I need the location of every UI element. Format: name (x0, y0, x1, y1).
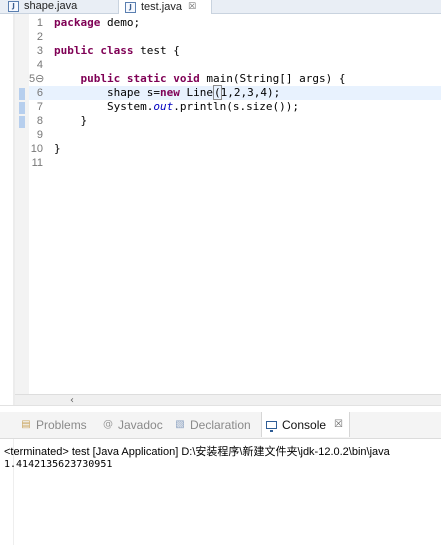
tab-console[interactable]: Console ☒ (261, 412, 350, 437)
close-icon[interactable]: ☒ (188, 1, 196, 14)
java-file-icon: J (125, 1, 136, 13)
code-line: 10} (30, 142, 61, 155)
code-line: 2 (36, 31, 43, 43)
declaration-icon: ▧ (175, 419, 185, 430)
code-line: 8 } (36, 114, 88, 127)
tab-label: Problems (36, 418, 87, 432)
tab-shape-java[interactable]: J shape.java (8, 0, 77, 13)
tab-label: Console (282, 417, 327, 432)
tab-declaration[interactable]: ▧ Declaration (174, 412, 251, 438)
code-line-current: 6 shape s=new Line(1,2,3,4); (29, 85, 441, 100)
occurrence-marker (19, 102, 25, 114)
vertical-ruler (15, 14, 29, 394)
tab-javadoc[interactable]: @ Javadoc (102, 412, 163, 438)
java-file-icon: J (8, 1, 19, 12)
close-icon[interactable]: ☒ (334, 419, 343, 430)
console-status-header: <terminated> test [Java Application] D:\… (4, 446, 390, 458)
occurrence-marker (19, 88, 25, 100)
code-line: 4 (36, 59, 43, 71)
bottom-view-tabs: ▤ Problems @ Javadoc ▧ Declaration Conso… (0, 412, 441, 439)
problems-icon: ▤ (21, 419, 31, 430)
code-line: 7 System.out.println(s.size()); (36, 100, 300, 113)
code-line: 5⊖ public static void main(String[] args… (29, 72, 346, 85)
code-line: 3 public class test { (36, 44, 180, 57)
editor-tab-bar: J shape.java J test.java ☒ (0, 0, 441, 14)
code-editor[interactable]: 1 package demo; 2 3 public class test { 4 … (0, 14, 441, 406)
tab-label: Declaration (190, 418, 251, 432)
console-output-area[interactable]: <terminated> test [Java Application] D:\… (4, 439, 441, 545)
tab-label: Javadoc (118, 418, 163, 432)
console-output-line: 1.4142135623730951 (4, 459, 113, 470)
occurrence-marker (19, 116, 25, 128)
tab-problems[interactable]: ▤ Problems (20, 412, 87, 438)
tab-test-java[interactable]: J test.java ☒ (118, 0, 212, 14)
tab-label: shape.java (24, 0, 78, 12)
javadoc-icon: @ (103, 419, 113, 430)
tab-label: test.java (141, 0, 182, 13)
console-icon (266, 420, 277, 432)
code-line: 1 package demo; (36, 16, 141, 29)
code-line: 9 (36, 129, 43, 141)
code-line: 11 (31, 157, 43, 169)
